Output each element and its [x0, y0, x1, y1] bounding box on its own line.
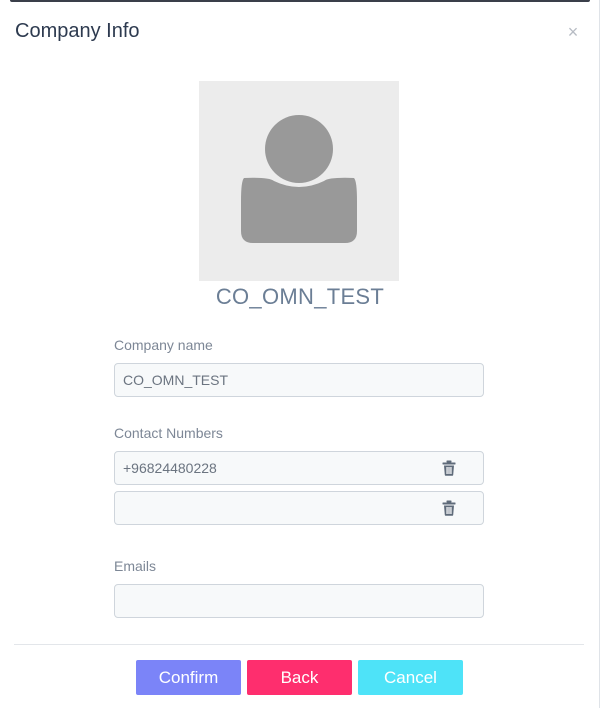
close-icon[interactable]: ×	[566, 22, 580, 42]
company-display-name: CO_OMN_TEST	[215, 284, 385, 309]
contact-number-row	[114, 491, 484, 525]
back-button[interactable]: Back	[247, 660, 352, 695]
avatar[interactable]	[199, 81, 399, 281]
footer-divider	[14, 644, 584, 645]
trash-icon[interactable]	[442, 460, 456, 476]
contact-number-input[interactable]	[114, 491, 484, 525]
user-avatar-icon	[241, 115, 357, 243]
contact-number-row	[114, 451, 484, 485]
emails-label: Emails	[114, 558, 157, 574]
contact-number-input[interactable]	[114, 451, 484, 485]
trash-icon[interactable]	[442, 500, 456, 516]
company-name-label: Company name	[114, 337, 213, 353]
confirm-button[interactable]: Confirm	[136, 660, 241, 695]
cancel-button[interactable]: Cancel	[358, 660, 463, 695]
top-border	[10, 0, 590, 2]
company-name-input[interactable]	[114, 363, 484, 397]
contact-numbers-label: Contact Numbers	[114, 425, 223, 441]
modal-title: Company Info	[15, 20, 140, 42]
email-input[interactable]	[114, 584, 484, 618]
